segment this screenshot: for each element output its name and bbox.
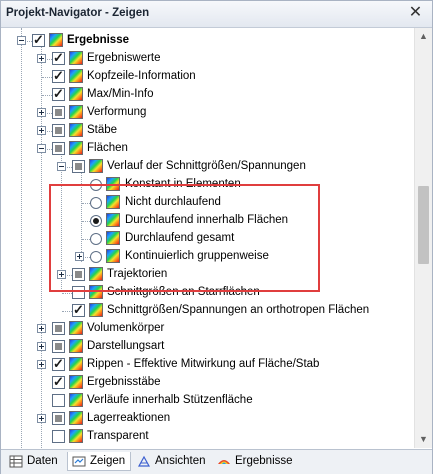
navigator-tabs: Daten Zeigen Ansichten Ergebnisse <box>1 449 432 474</box>
tree-item-label: Stäbe <box>87 124 118 136</box>
checkbox[interactable] <box>52 68 65 84</box>
results-icon <box>89 303 103 317</box>
tree-item-verformung[interactable]: Verformung <box>1 104 401 122</box>
tab-ansichten[interactable]: Ansichten <box>133 452 211 471</box>
results-icon <box>69 69 83 83</box>
project-navigator-window: Projekt-Navigator - Zeigen ✕ Ergebnisse <box>0 0 433 474</box>
expand-icon[interactable] <box>37 108 46 117</box>
checkbox[interactable] <box>72 160 85 173</box>
results-icon <box>69 105 83 119</box>
close-icon[interactable]: ✕ <box>407 4 424 21</box>
expand-icon[interactable] <box>37 342 46 351</box>
navigator-tree: Ergebnisse Ergebniswerte Kopfzeile-Infor… <box>1 28 413 448</box>
results-icon <box>69 51 83 65</box>
results-icon <box>69 123 83 137</box>
results-icon <box>69 393 83 407</box>
window-title: Projekt-Navigator - Zeigen <box>6 7 150 19</box>
tree-item-label: Lagerreaktionen <box>87 412 171 424</box>
results-icon <box>69 321 83 335</box>
results-icon <box>69 357 83 371</box>
collapse-icon[interactable] <box>57 162 66 171</box>
tree-item-label: Ergebnisstäbe <box>87 376 161 388</box>
results-icon <box>89 159 103 173</box>
tab-label: Ansichten <box>155 455 206 467</box>
tree-item-label: Ergebnisse <box>67 34 129 46</box>
results-icon <box>49 33 63 47</box>
tab-label: Zeigen <box>90 455 126 467</box>
results-icon <box>69 429 83 443</box>
expand-icon[interactable] <box>37 126 46 135</box>
checkbox[interactable] <box>52 340 65 353</box>
tree-item-label: Max/Min-Info <box>87 88 154 100</box>
title-bar: Projekt-Navigator - Zeigen ✕ <box>1 1 432 28</box>
tree-item-ergebnisstaebe[interactable]: Ergebnisstäbe <box>1 374 401 392</box>
tree-item-label: Ergebniswerte <box>87 52 161 64</box>
expand-icon[interactable] <box>37 324 46 333</box>
scrollbar-thumb[interactable] <box>418 186 429 264</box>
tree-item-label: Volumenkörper <box>87 322 165 334</box>
tree-item-label: Verläufe innerhalb Stützenfläche <box>87 394 253 406</box>
checkbox[interactable] <box>52 50 65 66</box>
tab-zeigen[interactable]: Zeigen <box>67 452 131 471</box>
tree-item-verlaeufe-stuetzenflaeche[interactable]: Verläufe innerhalb Stützenfläche <box>1 392 401 410</box>
results-icon <box>69 87 83 101</box>
tree-item-flaechen[interactable]: Flächen <box>1 140 401 158</box>
results-icon <box>69 375 83 389</box>
collapse-icon[interactable] <box>37 144 46 153</box>
tree-item-kopfzeile-information[interactable]: Kopfzeile-Information <box>1 68 401 86</box>
tree-item-verlauf-schnittgroessen[interactable]: Verlauf der Schnittgrößen/Spannungen <box>1 158 401 176</box>
scroll-down-icon[interactable]: ▼ <box>415 431 432 448</box>
tree-item-label: Darstellungsart <box>87 340 165 352</box>
checkbox[interactable] <box>52 142 65 155</box>
tree-item-ergebniswerte[interactable]: Ergebniswerte <box>1 50 401 68</box>
tab-label: Daten <box>27 455 58 467</box>
tree-item-label: Verformung <box>87 106 147 118</box>
tree-item-label: Rippen - Effektive Mitwirkung auf Fläche… <box>87 358 320 370</box>
tree-item-ergebnisse[interactable]: Ergebnisse <box>1 32 401 50</box>
tab-daten[interactable]: Daten <box>5 452 67 471</box>
tab-label: Ergebnisse <box>235 455 293 467</box>
tree-item-max-min-info[interactable]: Max/Min-Info <box>1 86 401 104</box>
tree-item-label: Kopfzeile-Information <box>87 70 196 82</box>
tree-item-label: Schnittgrößen/Spannungen an orthotropen … <box>107 304 370 316</box>
show-icon <box>72 456 86 467</box>
tree-item-volumenkoerper[interactable]: Volumenkörper <box>1 320 401 338</box>
checkbox[interactable] <box>52 124 65 137</box>
checkbox[interactable] <box>52 374 65 390</box>
checkbox[interactable] <box>52 356 65 372</box>
checkbox[interactable] <box>52 430 65 443</box>
checkbox[interactable] <box>52 412 65 425</box>
scroll-up-icon[interactable]: ▲ <box>415 28 432 45</box>
checkbox[interactable] <box>52 322 65 335</box>
collapse-icon[interactable] <box>17 36 26 45</box>
tree-item-staebe[interactable]: Stäbe <box>1 122 401 140</box>
expand-icon[interactable] <box>37 54 46 63</box>
tree-item-label: Transparent <box>87 430 149 442</box>
highlight-frame <box>49 184 320 292</box>
data-icon <box>9 455 23 468</box>
expand-icon[interactable] <box>37 414 46 423</box>
checkbox[interactable] <box>32 32 45 48</box>
tree-item-transparent[interactable]: Transparent <box>1 428 401 446</box>
tree-item-label: Verlauf der Schnittgrößen/Spannungen <box>107 160 306 172</box>
views-icon <box>137 455 151 467</box>
vertical-scrollbar[interactable]: ▲ ▼ <box>414 28 432 448</box>
checkbox[interactable] <box>72 302 85 318</box>
tree-item-darstellungsart[interactable]: Darstellungsart <box>1 338 401 356</box>
tree-item-rippen[interactable]: Rippen - Effektive Mitwirkung auf Fläche… <box>1 356 401 374</box>
results-icon <box>69 141 83 155</box>
results-icon <box>69 339 83 353</box>
checkbox[interactable] <box>52 86 65 102</box>
results-icon <box>218 460 230 464</box>
tree-item-orthotrope-flaechen[interactable]: Schnittgrößen/Spannungen an orthotropen … <box>1 302 401 320</box>
tab-ergebnisse[interactable]: Ergebnisse <box>213 452 297 471</box>
expand-icon[interactable] <box>37 360 46 369</box>
results-icon <box>69 411 83 425</box>
tree-item-label: Flächen <box>87 142 128 154</box>
tree-item-lagerreaktionen[interactable]: Lagerreaktionen <box>1 410 401 428</box>
checkbox[interactable] <box>52 106 65 119</box>
checkbox[interactable] <box>52 394 65 407</box>
